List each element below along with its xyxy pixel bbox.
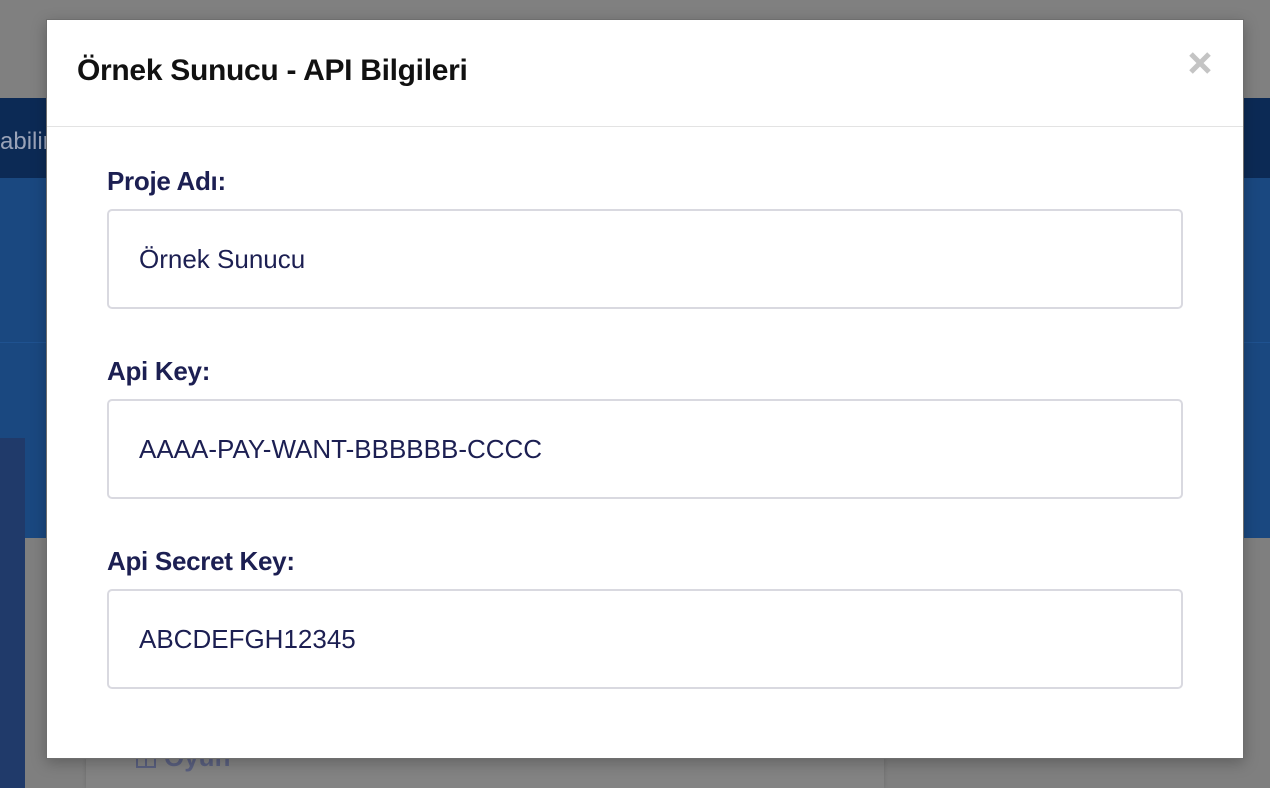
api-info-modal: Örnek Sunucu - API Bilgileri Proje Adı: … <box>46 19 1244 759</box>
close-button[interactable] <box>1185 48 1215 78</box>
page: abilir Oyun Örnek Sunucu - API Bilgileri… <box>0 0 1270 788</box>
api-key-field[interactable] <box>107 399 1183 499</box>
background-left-strip <box>0 438 25 788</box>
modal-header: Örnek Sunucu - API Bilgileri <box>47 20 1243 127</box>
project-name-label: Proje Adı: <box>107 166 226 196</box>
close-icon <box>1189 52 1211 74</box>
modal-title: Örnek Sunucu - API Bilgileri <box>77 54 468 87</box>
project-name-field[interactable] <box>107 209 1183 309</box>
api-key-label: Api Key: <box>107 356 211 386</box>
background-navbar-text: abilir <box>0 128 51 155</box>
api-secret-key-label: Api Secret Key: <box>107 546 295 576</box>
api-secret-key-field[interactable] <box>107 589 1183 689</box>
